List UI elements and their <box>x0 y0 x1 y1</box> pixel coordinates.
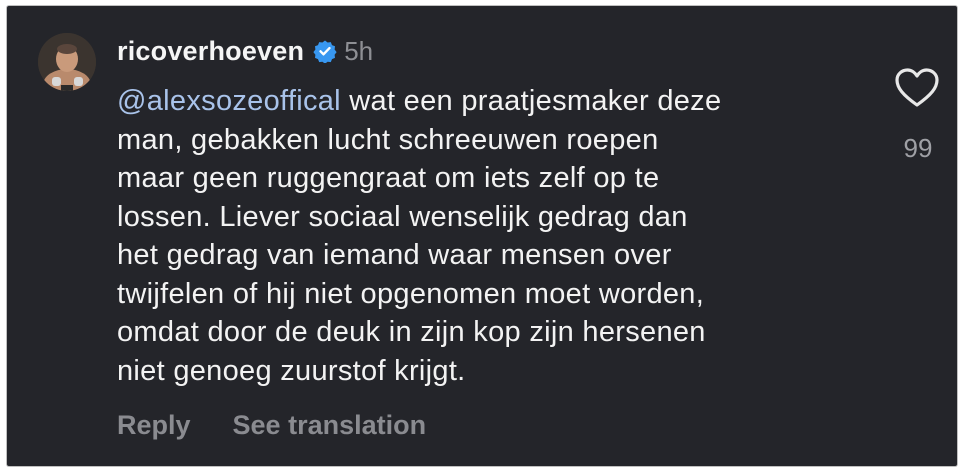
avatar[interactable] <box>38 33 96 91</box>
verified-badge-icon <box>313 40 337 63</box>
reply-button[interactable]: Reply <box>117 410 191 441</box>
comment-card: ricoverhoeven 5h @alexsozeoffical wat ee… <box>7 6 957 466</box>
comment-line: niet genoeg zuurstof krijgt. <box>117 354 466 387</box>
comment-line: lossen. Liever sociaal wenselijk gedrag … <box>117 200 688 233</box>
comment-line-text: wat een praatjesmaker deze <box>340 85 722 117</box>
comment-line: omdat door de deuk in zijn kop zijn hers… <box>117 316 706 348</box>
comment-line: @alexsozeoffical wat een praatjesmaker d… <box>117 82 877 121</box>
comment-timestamp: 5h <box>344 35 374 66</box>
comment-line: het gedrag van iemand waar mensen over <box>117 239 672 271</box>
see-translation-button[interactable]: See translation <box>233 410 427 441</box>
comment-line: man, gebakken lucht schreeuwen roepen <box>117 123 659 156</box>
comment-line: twijfelen of hij niet opgenomen moet wor… <box>117 277 705 310</box>
comment-text: @alexsozeoffical wat een praatjesmaker d… <box>117 82 877 390</box>
comment-actions: Reply See translation <box>117 410 426 441</box>
like-count: 99 <box>903 133 933 163</box>
mention-link[interactable]: @alexsozeoffical <box>117 85 341 117</box>
comment-line: maar geen ruggengraat om iets zelf op te <box>117 162 660 194</box>
avatar-image <box>38 33 96 91</box>
comment-header: ricoverhoeven 5h <box>117 34 373 68</box>
username-link[interactable]: ricoverhoeven <box>117 36 304 67</box>
heart-icon[interactable] <box>895 68 939 108</box>
